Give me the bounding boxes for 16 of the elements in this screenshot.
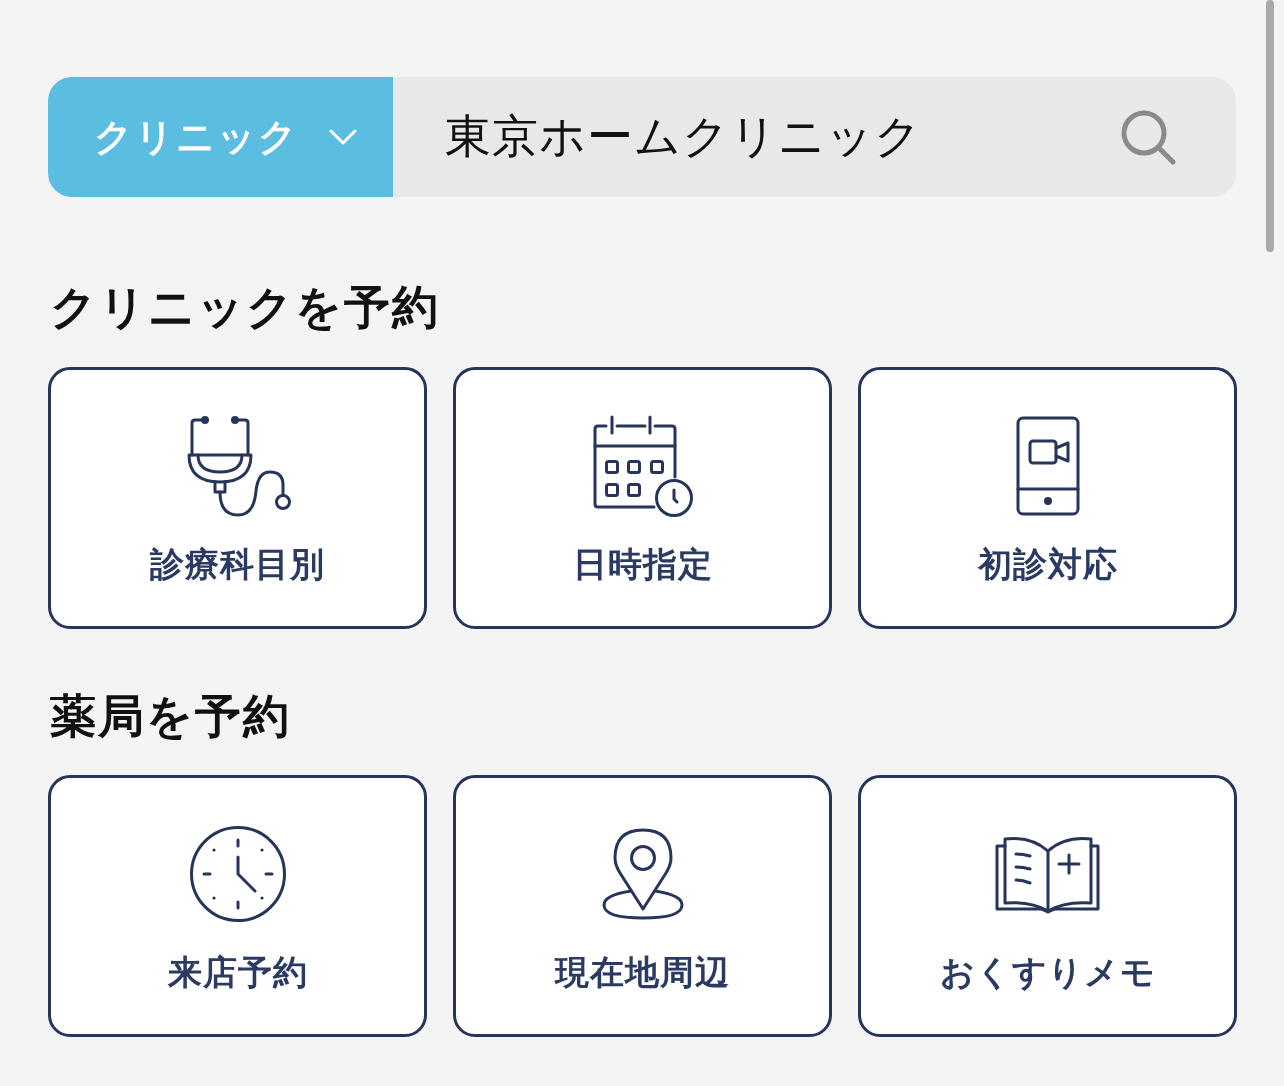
menu-card[interactable]: おくすりメモ: [858, 775, 1237, 1037]
section-heading: クリニックを予約: [50, 280, 441, 335]
location-pin-icon: [600, 828, 685, 920]
scrollbar[interactable]: [1266, 0, 1274, 252]
menu-card[interactable]: 診療科目別: [48, 367, 427, 629]
menu-card[interactable]: 日時指定: [453, 367, 832, 629]
menu-card[interactable]: 現在地周辺: [453, 775, 832, 1037]
section-heading: 薬局を予約: [50, 689, 292, 744]
chevron-down-icon: [329, 129, 357, 145]
menu-card[interactable]: 来店予約: [48, 775, 427, 1037]
search-icon[interactable]: [1120, 109, 1176, 165]
smartphone-video-icon: [1015, 416, 1080, 516]
clock-icon: [188, 825, 287, 923]
calendar-clock-icon: [591, 415, 694, 517]
menu-card[interactable]: 初診対応: [858, 367, 1237, 629]
search-field[interactable]: 東京ホームクリニック: [393, 77, 1236, 197]
